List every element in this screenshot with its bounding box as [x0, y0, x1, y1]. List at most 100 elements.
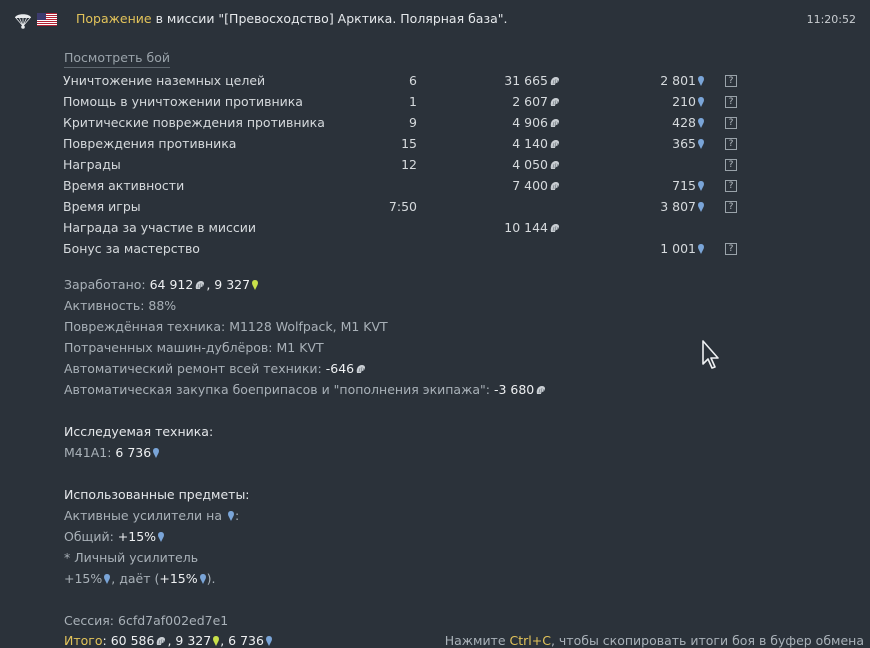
reward-label: Бонус за мастерство	[63, 241, 200, 256]
gives-label: , даёт (	[111, 571, 160, 586]
research-points-icon	[697, 201, 705, 213]
help-icon[interactable]: ?	[725, 96, 737, 108]
reward-rp-value: 3 807	[660, 199, 696, 214]
silver-lions-icon	[549, 96, 561, 108]
copy-shortcut-key: Ctrl+C	[509, 633, 551, 648]
reward-count: 12	[401, 157, 417, 172]
research-vehicle-name: M41A1:	[64, 445, 116, 460]
reward-rp: 1 001	[660, 241, 705, 256]
reward-row: Бонус за мастерство 1 001?	[63, 241, 783, 262]
auto-purchase-label: Автоматическая закупка боеприпасов и "по…	[64, 382, 494, 397]
silver-lions-icon	[194, 279, 206, 291]
session-id: Сессия: 6cfd7af002ed7e1	[64, 613, 229, 628]
earned-ge: 9 327	[214, 277, 251, 292]
personal-booster-values: +15%, даёт (+15%).	[64, 571, 215, 586]
auto-repair-line: Автоматический ремонт всей техники: -646	[64, 361, 367, 376]
reward-row: Награды 12 4 050?	[63, 157, 783, 178]
reward-row: Награда за участие в миссии 10 144	[63, 220, 783, 241]
copy-hint-suffix: , чтобы скопировать итоги боя в буфер об…	[550, 633, 864, 648]
reward-label: Уничтожение наземных целей	[63, 73, 266, 88]
activity-line: Активность: 88%	[64, 298, 177, 313]
research-points-icon	[265, 635, 273, 647]
backups-used-line: Потраченных машин-дублёров: M1 KVT	[64, 340, 324, 355]
reward-sl: 31 665	[504, 73, 561, 88]
reward-sl-value: 10 144	[504, 220, 548, 235]
battle-title: Поражение в миссии "[Превосходство] Аркт…	[76, 11, 507, 26]
reward-sl-value: 31 665	[504, 73, 548, 88]
copy-hint-prefix: Нажмите	[444, 633, 510, 648]
us-flag-icon	[37, 13, 57, 26]
reward-rp-value: 210	[672, 94, 696, 109]
reward-rp-value: 428	[672, 115, 696, 130]
reward-rp: 3 807	[660, 199, 705, 214]
reward-sl: 2 607	[512, 94, 561, 109]
reward-sl-value: 4 906	[512, 115, 548, 130]
mouse-cursor-icon	[702, 340, 719, 369]
mission-name: в миссии "[Превосходство] Арктика. Поляр…	[151, 11, 508, 26]
reward-rp-value: 365	[672, 136, 696, 151]
reward-sl: 10 144	[504, 220, 561, 235]
help-icon[interactable]: ?	[725, 75, 737, 87]
research-points-icon	[697, 96, 705, 108]
reward-sl: 7 400	[512, 178, 561, 193]
golden-eagles-icon	[212, 635, 220, 647]
earned-label: Заработано:	[64, 277, 150, 292]
active-boosters-line: Активные усилители на :	[64, 508, 240, 523]
reward-row: Повреждения противника 15 4 140 365?	[63, 136, 783, 157]
reward-sl-value: 2 607	[512, 94, 548, 109]
reward-label: Награды	[63, 157, 121, 172]
research-points-icon	[697, 75, 705, 87]
golden-eagles-icon	[251, 279, 259, 291]
reward-sl-value: 4 140	[512, 136, 548, 151]
help-icon[interactable]: ?	[725, 138, 737, 150]
personal-booster-value: +15%	[64, 571, 103, 586]
reward-rp: 428	[672, 115, 705, 130]
earned-sl: 64 912	[149, 277, 194, 292]
help-icon[interactable]: ?	[725, 201, 737, 213]
copy-hint: Нажмите Ctrl+C, чтобы скопировать итоги …	[445, 633, 864, 648]
research-points-icon	[697, 243, 705, 255]
silver-lions-icon	[549, 75, 561, 87]
help-icon[interactable]: ?	[725, 117, 737, 129]
total-ge: 9 327	[175, 633, 212, 648]
reward-count: 9	[409, 115, 417, 130]
total-colon: :	[102, 633, 111, 648]
active-boosters-label: Активные усилители на	[64, 508, 226, 523]
reward-row: Время активности 7 400 715?	[63, 178, 783, 199]
reward-label: Награда за участие в миссии	[63, 220, 257, 235]
help-icon[interactable]: ?	[725, 243, 737, 255]
silver-lions-icon	[549, 180, 561, 192]
total-line: Итого: 60 586, 9 327, 6 736	[64, 633, 273, 648]
items-heading: Использованные предметы:	[64, 487, 250, 502]
reward-label: Время активности	[63, 178, 185, 193]
silver-lions-icon	[549, 117, 561, 129]
earned-line: Заработано: 64 912, 9 327	[64, 277, 259, 292]
research-points-icon	[227, 510, 235, 522]
reward-row: Уничтожение наземных целей 6 31 665 2 801?	[63, 73, 783, 94]
reward-sl: 4 140	[512, 136, 561, 151]
silver-lions-icon	[549, 222, 561, 234]
help-icon[interactable]: ?	[725, 159, 737, 171]
reward-rp: 365	[672, 136, 705, 151]
reward-sl-value: 4 050	[512, 157, 548, 172]
damaged-vehicles-line: Повреждённая техника: M1128 Wolfpack, M1…	[64, 319, 388, 334]
research-heading: Исследуемая техника:	[64, 424, 214, 439]
reward-count: 15	[401, 136, 417, 151]
silver-lions-icon	[549, 159, 561, 171]
reward-sl: 4 050	[512, 157, 561, 172]
reward-count: 6	[409, 73, 417, 88]
total-label: Итого	[64, 633, 103, 648]
research-points-icon	[697, 117, 705, 129]
silver-lions-icon	[155, 635, 167, 647]
auto-repair-value: -646	[325, 361, 355, 376]
reward-rp-value: 1 001	[660, 241, 696, 256]
gives-value: +15%	[159, 571, 198, 586]
reward-label: Помощь в уничтожении противника	[63, 94, 303, 109]
general-booster-line: Общий: +15%	[64, 529, 165, 544]
view-battle-button[interactable]: Посмотреть бой	[64, 50, 171, 68]
personal-booster-line: * Личный усилитель	[64, 550, 199, 565]
research-points-icon	[199, 573, 207, 585]
total-rp: 6 736	[228, 633, 264, 648]
reward-label: Критические повреждения противника	[63, 115, 325, 130]
help-icon[interactable]: ?	[725, 180, 737, 192]
